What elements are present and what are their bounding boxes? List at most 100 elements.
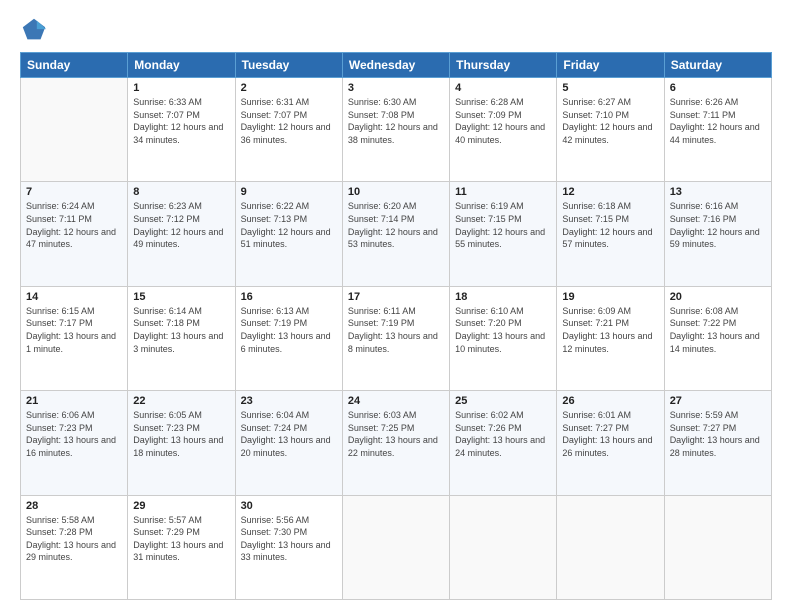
day-number: 11 <box>455 186 551 198</box>
calendar-cell: 8 Sunrise: 6:23 AMSunset: 7:12 PMDaylight… <box>128 182 235 286</box>
calendar-cell: 27 Sunrise: 5:59 AMSunset: 7:27 PMDayligh… <box>664 391 771 495</box>
calendar-cell: 22 Sunrise: 6:05 AMSunset: 7:23 PMDayligh… <box>128 391 235 495</box>
day-number: 22 <box>133 395 229 407</box>
day-number: 8 <box>133 186 229 198</box>
calendar-cell: 16 Sunrise: 6:13 AMSunset: 7:19 PMDayligh… <box>235 286 342 390</box>
calendar-week-row: 21 Sunrise: 6:06 AMSunset: 7:23 PMDayligh… <box>21 391 772 495</box>
calendar-cell: 18 Sunrise: 6:10 AMSunset: 7:20 PMDayligh… <box>450 286 557 390</box>
calendar-cell: 11 Sunrise: 6:19 AMSunset: 7:15 PMDayligh… <box>450 182 557 286</box>
weekday-header: Friday <box>557 53 664 78</box>
day-info: Sunrise: 6:31 AMSunset: 7:07 PMDaylight:… <box>241 96 337 146</box>
weekday-header: Saturday <box>664 53 771 78</box>
day-info: Sunrise: 6:05 AMSunset: 7:23 PMDaylight:… <box>133 409 229 459</box>
day-info: Sunrise: 6:30 AMSunset: 7:08 PMDaylight:… <box>348 96 444 146</box>
day-number: 3 <box>348 82 444 94</box>
day-number: 20 <box>670 291 766 303</box>
calendar-cell: 25Sunrise: 6:02 AMSunset: 7:26 PMDayligh… <box>450 391 557 495</box>
calendar-cell: 10 Sunrise: 6:20 AMSunset: 7:14 PMDayligh… <box>342 182 449 286</box>
day-number: 18 <box>455 291 551 303</box>
day-info: Sunrise: 5:56 AMSunset: 7:30 PMDaylight:… <box>241 514 337 564</box>
weekday-header: Sunday <box>21 53 128 78</box>
day-info: Sunrise: 6:23 AMSunset: 7:12 PMDaylight:… <box>133 200 229 250</box>
calendar-cell: 12 Sunrise: 6:18 AMSunset: 7:15 PMDayligh… <box>557 182 664 286</box>
calendar-cell <box>21 78 128 182</box>
day-info: Sunrise: 6:09 AMSunset: 7:21 PMDaylight:… <box>562 305 658 355</box>
day-number: 1 <box>133 82 229 94</box>
calendar-cell: 5 Sunrise: 6:27 AMSunset: 7:10 PMDaylight… <box>557 78 664 182</box>
calendar-cell: 14Sunrise: 6:15 AMSunset: 7:17 PMDayligh… <box>21 286 128 390</box>
calendar-cell: 1 Sunrise: 6:33 AMSunset: 7:07 PMDaylight… <box>128 78 235 182</box>
calendar-cell: 15 Sunrise: 6:14 AMSunset: 7:18 PMDayligh… <box>128 286 235 390</box>
day-info: Sunrise: 6:19 AMSunset: 7:15 PMDaylight:… <box>455 200 551 250</box>
day-info: Sunrise: 6:24 AMSunset: 7:11 PMDaylight:… <box>26 200 122 250</box>
logo <box>20 16 52 44</box>
weekday-header: Wednesday <box>342 53 449 78</box>
day-number: 24 <box>348 395 444 407</box>
calendar-cell: 7 Sunrise: 6:24 AMSunset: 7:11 PMDaylight… <box>21 182 128 286</box>
weekday-header: Tuesday <box>235 53 342 78</box>
day-number: 17 <box>348 291 444 303</box>
day-info: Sunrise: 6:18 AMSunset: 7:15 PMDaylight:… <box>562 200 658 250</box>
day-info: Sunrise: 6:04 AMSunset: 7:24 PMDaylight:… <box>241 409 337 459</box>
calendar-week-row: 7 Sunrise: 6:24 AMSunset: 7:11 PMDaylight… <box>21 182 772 286</box>
day-info: Sunrise: 5:57 AMSunset: 7:29 PMDaylight:… <box>133 514 229 564</box>
calendar-week-row: 1 Sunrise: 6:33 AMSunset: 7:07 PMDaylight… <box>21 78 772 182</box>
day-info: Sunrise: 6:20 AMSunset: 7:14 PMDaylight:… <box>348 200 444 250</box>
day-number: 28 <box>26 500 122 512</box>
day-number: 10 <box>348 186 444 198</box>
day-info: Sunrise: 6:06 AMSunset: 7:23 PMDaylight:… <box>26 409 122 459</box>
calendar-cell: 13 Sunrise: 6:16 AMSunset: 7:16 PMDayligh… <box>664 182 771 286</box>
day-info: Sunrise: 6:13 AMSunset: 7:19 PMDaylight:… <box>241 305 337 355</box>
weekday-header: Monday <box>128 53 235 78</box>
calendar-cell: 19 Sunrise: 6:09 AMSunset: 7:21 PMDayligh… <box>557 286 664 390</box>
day-info: Sunrise: 6:16 AMSunset: 7:16 PMDaylight:… <box>670 200 766 250</box>
calendar-cell: 20Sunrise: 6:08 AMSunset: 7:22 PMDayligh… <box>664 286 771 390</box>
day-info: Sunrise: 6:26 AMSunset: 7:11 PMDaylight:… <box>670 96 766 146</box>
logo-icon <box>20 16 48 44</box>
day-number: 5 <box>562 82 658 94</box>
page: SundayMondayTuesdayWednesdayThursdayFrid… <box>0 0 792 612</box>
calendar-cell: 28 Sunrise: 5:58 AMSunset: 7:28 PMDayligh… <box>21 495 128 599</box>
day-info: Sunrise: 6:01 AMSunset: 7:27 PMDaylight:… <box>562 409 658 459</box>
day-info: Sunrise: 6:11 AMSunset: 7:19 PMDaylight:… <box>348 305 444 355</box>
calendar-cell <box>342 495 449 599</box>
day-info: Sunrise: 6:14 AMSunset: 7:18 PMDaylight:… <box>133 305 229 355</box>
calendar-cell: 9 Sunrise: 6:22 AMSunset: 7:13 PMDaylight… <box>235 182 342 286</box>
day-info: Sunrise: 5:58 AMSunset: 7:28 PMDaylight:… <box>26 514 122 564</box>
calendar-cell: 23 Sunrise: 6:04 AMSunset: 7:24 PMDayligh… <box>235 391 342 495</box>
day-number: 9 <box>241 186 337 198</box>
day-number: 15 <box>133 291 229 303</box>
calendar-week-row: 28 Sunrise: 5:58 AMSunset: 7:28 PMDayligh… <box>21 495 772 599</box>
day-number: 7 <box>26 186 122 198</box>
calendar-cell <box>557 495 664 599</box>
day-number: 13 <box>670 186 766 198</box>
day-number: 30 <box>241 500 337 512</box>
day-number: 27 <box>670 395 766 407</box>
day-info: Sunrise: 5:59 AMSunset: 7:27 PMDaylight:… <box>670 409 766 459</box>
day-number: 14 <box>26 291 122 303</box>
calendar-cell: 6 Sunrise: 6:26 AMSunset: 7:11 PMDaylight… <box>664 78 771 182</box>
day-number: 19 <box>562 291 658 303</box>
day-number: 26 <box>562 395 658 407</box>
day-number: 6 <box>670 82 766 94</box>
day-number: 23 <box>241 395 337 407</box>
day-number: 12 <box>562 186 658 198</box>
day-info: Sunrise: 6:22 AMSunset: 7:13 PMDaylight:… <box>241 200 337 250</box>
day-info: Sunrise: 6:28 AMSunset: 7:09 PMDaylight:… <box>455 96 551 146</box>
weekday-header: Thursday <box>450 53 557 78</box>
calendar-cell: 2Sunrise: 6:31 AMSunset: 7:07 PMDaylight… <box>235 78 342 182</box>
calendar-cell <box>450 495 557 599</box>
day-info: Sunrise: 6:03 AMSunset: 7:25 PMDaylight:… <box>348 409 444 459</box>
day-info: Sunrise: 6:27 AMSunset: 7:10 PMDaylight:… <box>562 96 658 146</box>
calendar-cell: 3 Sunrise: 6:30 AMSunset: 7:08 PMDaylight… <box>342 78 449 182</box>
weekday-header-row: SundayMondayTuesdayWednesdayThursdayFrid… <box>21 53 772 78</box>
day-info: Sunrise: 6:33 AMSunset: 7:07 PMDaylight:… <box>133 96 229 146</box>
day-number: 4 <box>455 82 551 94</box>
calendar-cell: 30 Sunrise: 5:56 AMSunset: 7:30 PMDayligh… <box>235 495 342 599</box>
day-number: 16 <box>241 291 337 303</box>
calendar-cell: 21 Sunrise: 6:06 AMSunset: 7:23 PMDayligh… <box>21 391 128 495</box>
calendar-cell: 26 Sunrise: 6:01 AMSunset: 7:27 PMDayligh… <box>557 391 664 495</box>
day-number: 21 <box>26 395 122 407</box>
day-info: Sunrise: 6:10 AMSunset: 7:20 PMDaylight:… <box>455 305 551 355</box>
day-info: Sunrise: 6:02 AMSunset: 7:26 PMDaylight:… <box>455 409 551 459</box>
